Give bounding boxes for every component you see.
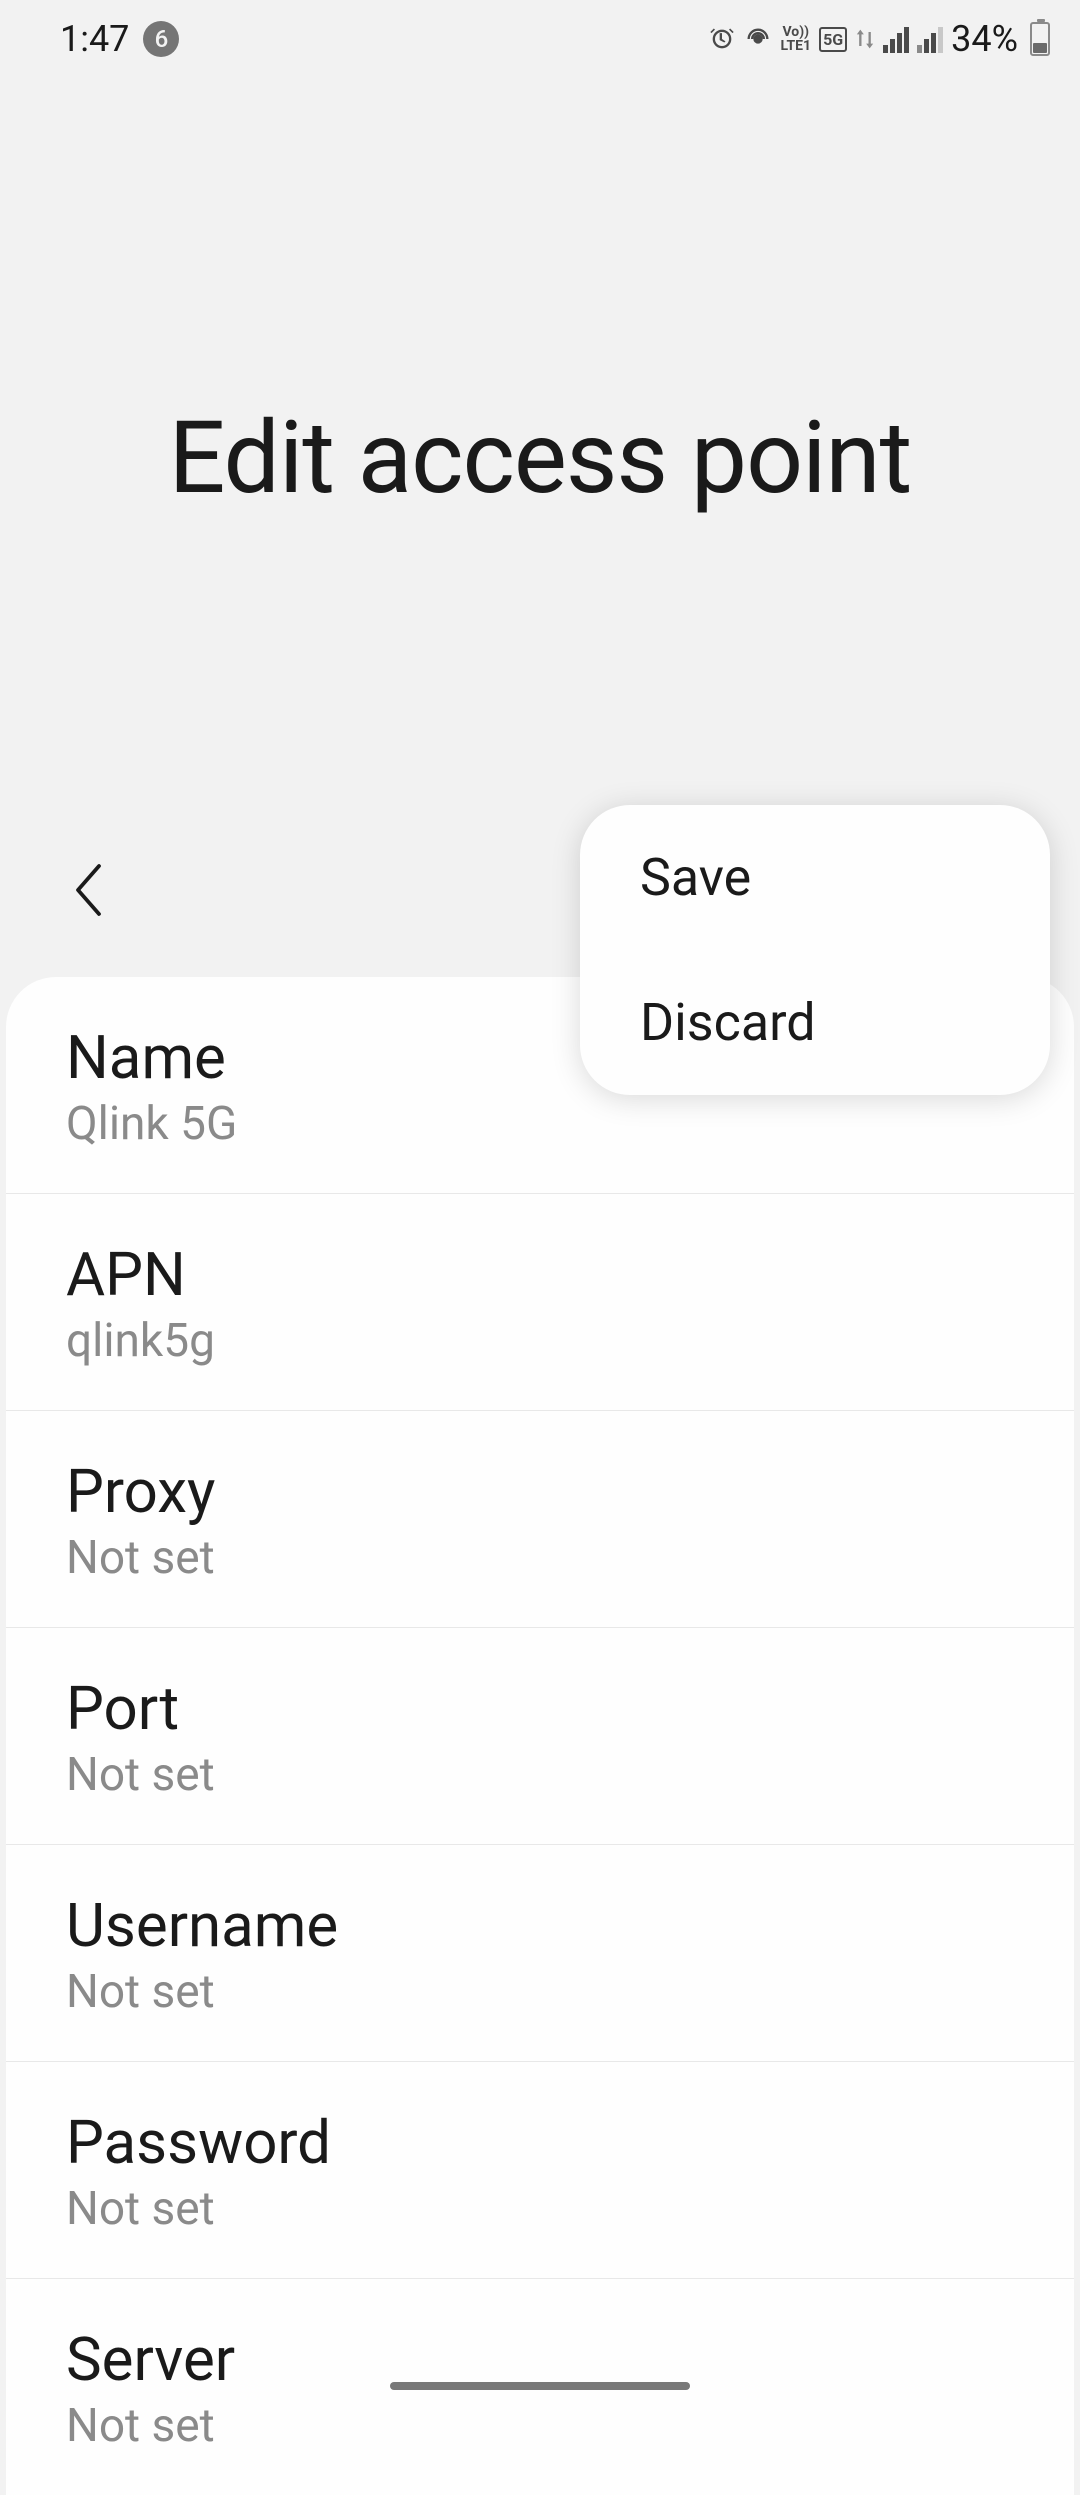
setting-value: qlink5g bbox=[66, 1314, 1014, 1368]
battery-percentage: 34% bbox=[951, 18, 1018, 60]
page-title: Edit access point bbox=[0, 400, 1080, 517]
status-time: 1:47 bbox=[60, 18, 129, 60]
setting-value: Qlink 5G bbox=[66, 1097, 1014, 1151]
setting-label: Port bbox=[66, 1673, 1014, 1744]
setting-item-apn[interactable]: APN qlink5g bbox=[6, 1194, 1074, 1411]
back-button[interactable] bbox=[60, 850, 120, 934]
setting-label: Proxy bbox=[66, 1456, 1014, 1527]
setting-value: Not set bbox=[66, 2182, 1014, 2236]
setting-value: Not set bbox=[66, 1748, 1014, 1802]
status-left: 1:47 6 bbox=[60, 18, 179, 60]
discard-menu-item[interactable]: Discard bbox=[580, 950, 1050, 1095]
setting-item-password[interactable]: Password Not set bbox=[6, 2062, 1074, 2279]
settings-list: Name Qlink 5G APN qlink5g Proxy Not set … bbox=[6, 977, 1074, 2495]
setting-value: Not set bbox=[66, 1965, 1014, 2019]
alarm-icon bbox=[708, 25, 736, 53]
notification-count-badge: 6 bbox=[143, 21, 179, 57]
setting-item-proxy[interactable]: Proxy Not set bbox=[6, 1411, 1074, 1628]
data-arrows-icon bbox=[855, 25, 875, 53]
signal-strength-icon-1 bbox=[883, 25, 909, 53]
setting-label: Username bbox=[66, 1890, 1014, 1961]
overflow-popup-menu: Save Discard bbox=[580, 805, 1050, 1095]
chevron-left-icon bbox=[70, 860, 110, 920]
save-menu-item[interactable]: Save bbox=[580, 805, 1050, 950]
signal-strength-icon-2 bbox=[917, 25, 943, 53]
setting-value: Not set bbox=[66, 1531, 1014, 1585]
status-bar: 1:47 6 Vo)) LTE1 5G 34% bbox=[0, 0, 1080, 70]
setting-label: Password bbox=[66, 2107, 1014, 2178]
5g-icon: 5G bbox=[819, 27, 847, 52]
setting-value: Not set bbox=[66, 2399, 1014, 2453]
setting-item-username[interactable]: Username Not set bbox=[6, 1845, 1074, 2062]
setting-item-port[interactable]: Port Not set bbox=[6, 1628, 1074, 1845]
battery-icon bbox=[1030, 22, 1050, 56]
navigation-handle[interactable] bbox=[390, 2382, 690, 2390]
status-right: Vo)) LTE1 5G 34% bbox=[708, 18, 1050, 60]
volte-icon: Vo)) LTE1 bbox=[780, 25, 811, 53]
hotspot-icon bbox=[744, 25, 772, 53]
setting-label: APN bbox=[66, 1239, 1014, 1310]
